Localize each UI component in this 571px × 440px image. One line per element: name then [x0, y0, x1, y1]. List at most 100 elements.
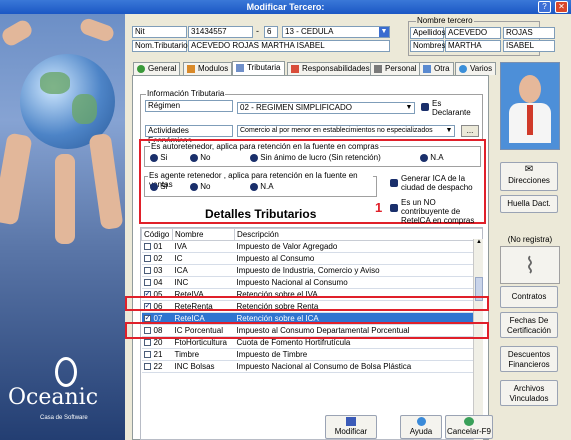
chevron-down-icon[interactable]: ▼ [404, 103, 414, 113]
table-row[interactable]: 02 IC Impuesto al Consumo [141, 252, 482, 265]
responsabilidades-icon [291, 65, 299, 73]
actividades-value: Comercio al por menor en establecimiento… [240, 127, 433, 134]
row-nombre: INC [172, 276, 235, 289]
doc-type-select[interactable]: 13 - CEDULA [282, 26, 390, 38]
table-row[interactable]: 22 INC Bolsas Impuesto Nacional al Consumo… [141, 360, 482, 373]
cancelar-button[interactable]: Cancelar-F9 [445, 415, 493, 439]
direcciones-button[interactable]: ✉ Direcciones [500, 162, 558, 191]
row-checkbox[interactable] [143, 339, 151, 347]
row-code[interactable]: 04 [141, 276, 173, 289]
ayuda-button[interactable]: Ayuda [400, 415, 442, 439]
tab-otra[interactable]: Otra [419, 62, 454, 75]
row-checkbox[interactable] [143, 351, 151, 359]
modificar-button[interactable]: Modificar [325, 415, 377, 439]
help-icon [417, 417, 426, 426]
actividades-label: Actividades Económicas [145, 125, 233, 145]
tab-modulos[interactable]: Modulos [183, 62, 233, 75]
apellido2-field[interactable]: ROJAS [503, 27, 555, 39]
dv-field[interactable]: 6 [264, 26, 278, 38]
row-checkbox[interactable] [143, 267, 151, 275]
row-code[interactable]: 21 [141, 348, 173, 361]
apellido1-field[interactable]: ACEVEDO [445, 27, 501, 39]
table-header: Código Nombre Descripción [141, 228, 482, 241]
declarante-box [421, 102, 429, 111]
otra-icon [423, 65, 431, 73]
apellidos-label: Apellidos [410, 27, 445, 39]
descuentos-button[interactable]: Descuentos Financieros [500, 346, 558, 372]
chevron-down-icon[interactable]: ▼ [444, 126, 454, 136]
row-checkbox[interactable] [143, 255, 151, 263]
tab-responsabilidades[interactable]: Responsabilidades [287, 62, 374, 75]
table-row[interactable]: 21 Timbre Impuesto de Timbre [141, 348, 482, 361]
agente-na-radio[interactable]: N.A [250, 182, 274, 191]
agente-si-radio[interactable]: Si [150, 182, 167, 191]
table-row[interactable]: 01 IVA Impuesto de Valor Agregado [141, 240, 482, 253]
autoretenedor-sin-animo-radio[interactable]: Sin ánimo de lucro (Sin retención) [250, 153, 381, 162]
personal-icon [374, 65, 382, 73]
autoretenedor-na-radio[interactable]: N.A [420, 153, 444, 162]
row-checkbox[interactable] [143, 243, 151, 251]
tab-personal[interactable]: Personal [370, 62, 421, 75]
close-icon[interactable]: ✕ [555, 1, 568, 13]
declarante-label: Es Declarante [432, 99, 471, 117]
avatar [500, 62, 560, 150]
contratos-button[interactable]: Contratos [500, 286, 558, 308]
row-checkbox[interactable] [143, 363, 151, 371]
nit-label: Nit [132, 26, 187, 38]
ica-checkbox[interactable] [390, 178, 398, 187]
autoretenedor-si-radio[interactable]: Si [150, 153, 167, 162]
actividades-lookup-button[interactable]: ... [461, 125, 479, 137]
nombre1-field[interactable]: MARTHA [445, 40, 501, 52]
row-checkbox[interactable] [143, 279, 151, 287]
modules-icon [187, 65, 195, 73]
nombres-label: Nombres [410, 40, 445, 52]
huella-button[interactable]: Huella Dact. [500, 195, 558, 213]
nombre2-field[interactable]: ISABEL [503, 40, 555, 52]
row-code[interactable]: 22 [141, 360, 173, 373]
help-icon[interactable]: ? [538, 1, 551, 13]
fechas-button[interactable]: Fechas De Certificación [500, 312, 558, 338]
tributaria-icon [236, 64, 244, 72]
chevron-down-icon[interactable]: ▼ [379, 27, 389, 37]
archivos-button[interactable]: Archivos Vinculados [500, 380, 558, 406]
table-scrollbar[interactable]: ▲ [473, 239, 483, 440]
row-code[interactable]: 03 [141, 264, 173, 277]
info-group-label: Información Tributaria [146, 89, 226, 98]
window-title: Modificar Tercero: [0, 0, 571, 14]
row-descripcion: Impuesto de Industria, Comercio y Aviso [234, 264, 482, 277]
no-contribuyente-label: Es un NO contribuyente de RetelCA en com… [401, 198, 475, 225]
actividades-select[interactable]: Comercio al por menor en establecimiento… [237, 125, 455, 137]
table-row[interactable]: 03 ICA Impuesto de Industria, Comercio y A… [141, 264, 482, 277]
dv-separator: - [256, 26, 259, 36]
tab-tributaria[interactable]: Tributaria [232, 61, 285, 75]
regimen-value: 02 - REGIMEN SIMPLIFICADO [240, 103, 353, 112]
regimen-label: Régimen [145, 100, 233, 112]
row-code[interactable]: 01 [141, 240, 173, 253]
oceanic-logo: Oceanic Casa de Software [0, 355, 125, 440]
reteica-highlight [125, 322, 489, 339]
row-nombre: IVA [172, 240, 235, 253]
nom-label: Nom.Tributario [132, 40, 188, 52]
nit-field[interactable]: 31434557 [188, 26, 253, 38]
header-descripcion: Descripción [234, 228, 482, 241]
annotation-number: 1 [375, 200, 383, 215]
general-icon [137, 65, 145, 73]
autoretenedor-no-radio[interactable]: No [190, 153, 210, 162]
cancel-icon [464, 417, 474, 426]
row-nombre: INC Bolsas [172, 360, 235, 373]
row-code[interactable]: 02 [141, 252, 173, 265]
scroll-up-icon[interactable]: ▲ [475, 239, 483, 247]
regimen-select[interactable]: 02 - REGIMEN SIMPLIFICADO [237, 102, 415, 114]
agente-no-radio[interactable]: No [190, 182, 210, 191]
nombre-group-label: Nombre tercero [416, 16, 474, 25]
tab-general[interactable]: General [133, 62, 181, 75]
header-nombre: Nombre [172, 228, 235, 241]
no-contribuyente-checkbox[interactable] [390, 203, 398, 212]
declarante-checkbox[interactable] [421, 102, 429, 111]
nom-tributario-field[interactable]: ACEVEDO ROJAS MARTHA ISABEL [188, 40, 390, 52]
row-nombre: IC [172, 252, 235, 265]
ica-label: Generar ICA de la ciudad de despacho [401, 174, 473, 192]
paperclip-icon[interactable]: ⌇ [500, 246, 560, 284]
table-row[interactable]: 04 INC Impuesto Nacional al Consumo [141, 276, 482, 289]
tab-varios[interactable]: Varios [455, 62, 497, 75]
